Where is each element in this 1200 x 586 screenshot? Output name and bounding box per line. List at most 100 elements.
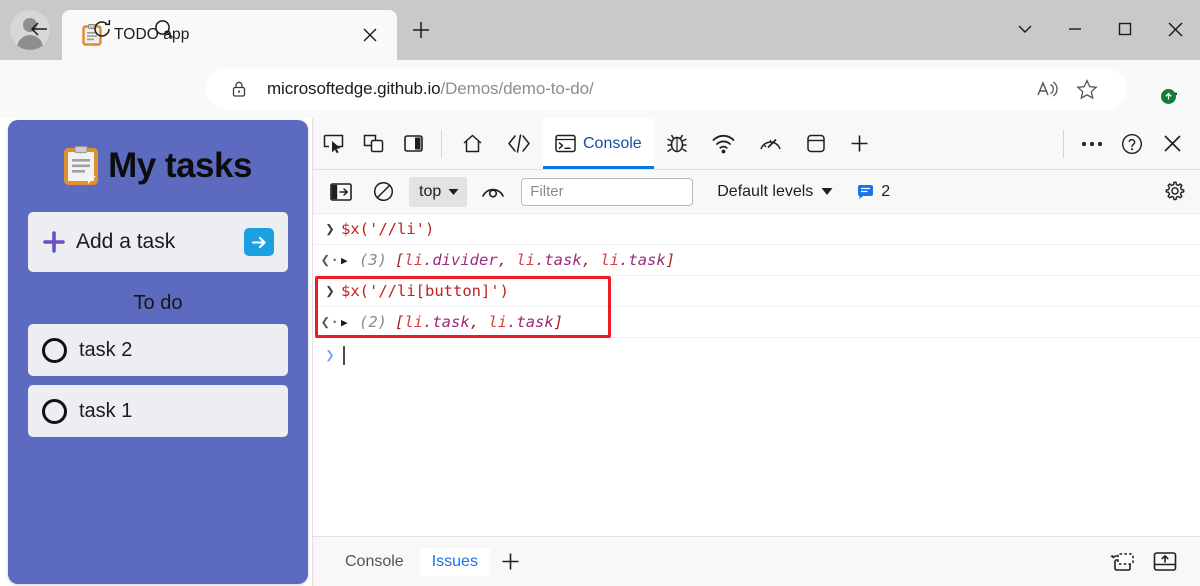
submit-task-arrow-icon[interactable] [244,228,274,256]
console-message-count-value: 2 [881,182,891,200]
console-result-count: (2) [359,313,387,331]
minimize-icon[interactable] [1050,0,1100,58]
array-item-tag: li [404,313,424,331]
add-task-placeholder: Add a task [76,230,176,253]
page-title: My tasks [108,146,252,185]
devtools-tab-network[interactable] [700,118,747,169]
address-bar[interactable]: microsoftedge.github.io/Demos/demo-to-do… [206,68,1126,110]
task-list-item[interactable]: task 2 [28,324,288,376]
console-input-code: $x('//li[button]') [341,282,509,300]
devtools-tab-console[interactable]: Console [543,118,654,169]
favorite-star-icon[interactable] [1070,72,1104,106]
console-input-line-highlighted: ❯ $x('//li[button]') [313,276,1200,307]
info-bubble-icon [857,184,874,200]
array-item-tag: li [600,251,620,269]
array-item-class: .divider [423,251,498,269]
console-filter-input[interactable]: Filter [521,177,694,206]
task-label: task 1 [79,399,133,422]
task-checkbox-icon[interactable] [42,337,67,363]
console-prompt[interactable]: ❯ [313,338,1200,372]
address-bar-actions [1030,72,1126,106]
devtools-tab-debugger[interactable] [654,118,700,169]
window-close-icon[interactable] [1150,0,1200,58]
drawer-tab-issues[interactable]: Issues [419,547,490,576]
tab-actions-chevron-down-icon[interactable] [1000,0,1050,58]
devtools-tab-welcome[interactable] [450,118,495,169]
url-text: microsoftedge.github.io/Demos/demo-to-do… [267,79,594,99]
console-output-line: ❮· ▶ (3) [ li .divider, li .task, li .task … [313,245,1200,276]
console-output-arrow-icon: ❮· [320,251,340,269]
devtools-tab-console-label: Console [583,134,642,152]
back-icon[interactable] [20,10,58,48]
lock-icon [230,80,248,98]
toolbar-divider [441,129,442,158]
dock-to-bottom-icon[interactable] [1148,547,1182,577]
array-separator: , [581,251,601,269]
update-available-badge [1161,89,1176,104]
console-result-count: (3) [359,251,387,269]
browser-settings-more-button[interactable]: … [1150,70,1190,108]
todo-app-panel: My tasks Add a task To do task 2 task 1 [8,120,308,584]
array-item-tag: li [516,251,536,269]
help-icon[interactable] [1112,124,1152,164]
drawer-tab-console[interactable]: Console [333,548,416,576]
devtools-tab-elements[interactable] [495,118,543,169]
devtools-toolbar: Console [313,118,1200,170]
chevron-down-icon [821,187,833,196]
console-output-arrow-icon: ❮· [320,313,340,331]
console-input-caret-icon: ❯ [325,282,335,300]
disclosure-triangle-icon[interactable]: ▶ [341,254,359,267]
drawer-actions [1104,547,1200,577]
devtools-more-icon[interactable] [1072,124,1112,164]
console-context-selector[interactable]: top [409,176,468,207]
toggle-sidebar-icon[interactable] [393,124,433,164]
maximize-icon[interactable] [1100,0,1150,58]
array-open-bracket: [ [395,313,405,331]
page-content: My tasks Add a task To do task 2 task 1 [0,118,1200,586]
console-input-code: $x('//li') [341,220,435,238]
reload-icon[interactable] [83,10,121,48]
devtools-tab-performance[interactable] [747,118,794,169]
console-log-levels-selector[interactable]: Default levels [717,183,833,201]
read-aloud-icon[interactable] [1030,72,1064,106]
task-list-item[interactable]: task 1 [28,385,288,437]
console-context-label: top [419,182,442,200]
task-label: task 2 [79,338,133,361]
console-input-line: ❯ $x('//li') [313,214,1200,245]
live-expression-icon[interactable] [473,172,513,212]
todo-header: My tasks [8,120,308,212]
gear-icon[interactable] [1158,176,1190,208]
new-tab-button[interactable] [405,14,437,46]
clear-console-icon[interactable] [363,172,403,212]
console-message-count[interactable]: 2 [857,183,890,201]
disclosure-triangle-icon[interactable]: ▶ [341,316,359,329]
toolbar-divider [1063,129,1064,158]
search-icon[interactable] [145,10,183,48]
array-item-tag: li [488,313,508,331]
console-output[interactable]: ❯ $x('//li') ❮· ▶ (3) [ li .divider, li .t… [313,214,1200,536]
array-separator: , [469,313,489,331]
device-emulation-icon[interactable] [353,124,393,164]
array-open-bracket: [ [395,251,405,269]
console-input-caret-icon: ❯ [325,220,335,238]
array-item-class: .task [507,313,554,331]
add-task-input-row[interactable]: Add a task [28,212,288,272]
array-item-class: .task [535,251,582,269]
array-item-tag: li [404,251,424,269]
restore-drawer-icon[interactable] [1104,547,1138,577]
devtools-drawer: Console Issues [313,536,1200,586]
console-filter-bar: top Filter Default levels 2 [313,170,1200,214]
close-icon[interactable] [357,22,383,48]
url-domain: microsoftedge.github.io [267,79,441,98]
array-item-class: .task [423,313,470,331]
devtools-close-icon[interactable] [1152,124,1192,164]
devtools-tab-application[interactable] [794,118,838,169]
clipboard-icon [64,146,99,186]
inspect-element-icon[interactable] [313,124,353,164]
task-checkbox-icon[interactable] [42,398,67,424]
drawer-add-tool-icon[interactable] [494,545,528,579]
devtools-add-tool-icon[interactable] [838,118,881,169]
console-sidebar-icon[interactable] [321,172,361,212]
todo-section-label: To do [133,292,183,314]
array-separator: , [497,251,517,269]
